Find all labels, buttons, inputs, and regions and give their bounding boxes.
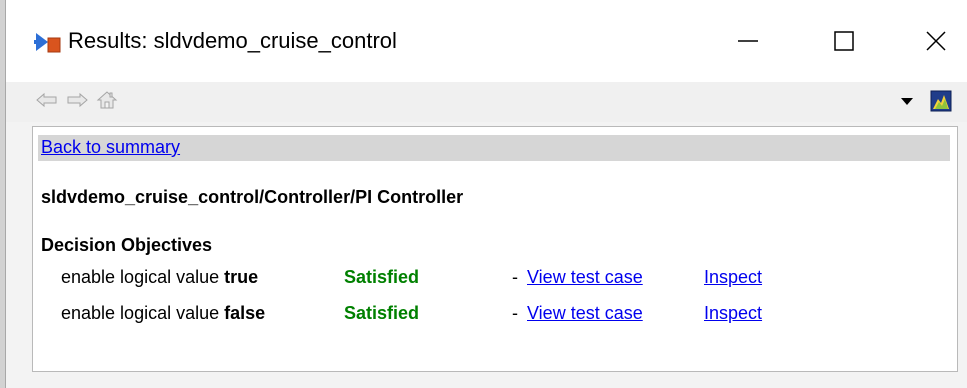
back-to-summary-link[interactable]: Back to summary xyxy=(41,137,180,158)
back-to-summary-bar: Back to summary xyxy=(38,135,950,161)
minimize-button[interactable] xyxy=(718,16,778,66)
objective-row: enable logical value false Satisfied - V… xyxy=(61,303,941,329)
home-button[interactable] xyxy=(94,88,120,112)
inspect-link[interactable]: Inspect xyxy=(704,267,762,288)
objective-status: Satisfied xyxy=(344,267,420,287)
simulink-model-icon xyxy=(34,33,61,53)
help-icon[interactable] xyxy=(930,90,952,112)
minimize-icon xyxy=(738,40,758,42)
view-test-case-link[interactable]: View test case xyxy=(527,303,643,324)
maximize-icon xyxy=(834,31,854,51)
close-icon xyxy=(926,31,946,51)
objective-row: enable logical value true Satisfied - Vi… xyxy=(61,267,941,293)
close-button[interactable] xyxy=(906,16,966,66)
dropdown-arrow-icon[interactable] xyxy=(900,96,914,106)
separator-dash: - xyxy=(512,267,518,287)
view-test-case-link[interactable]: View test case xyxy=(527,267,643,288)
results-content-pane: Back to summary sldvdemo_cruise_control/… xyxy=(32,126,958,372)
objective-description: enable logical value false xyxy=(61,303,265,324)
objective-description: enable logical value true xyxy=(61,267,258,288)
results-window: Results: sldvdemo_cruise_control Back to… xyxy=(0,0,967,388)
forward-arrow-icon xyxy=(67,92,88,108)
decision-objectives-heading: Decision Objectives xyxy=(41,235,213,255)
objective-value: false xyxy=(224,303,266,323)
window-title: Results: sldvdemo_cruise_control xyxy=(68,28,397,53)
separator-dash: - xyxy=(512,303,518,323)
back-arrow-icon xyxy=(36,92,57,108)
objective-description-text: enable logical value xyxy=(61,267,225,287)
inspect-link[interactable]: Inspect xyxy=(704,303,762,324)
back-button[interactable] xyxy=(34,88,60,112)
objective-description-text: enable logical value xyxy=(61,303,225,323)
objective-status: Satisfied xyxy=(344,303,420,323)
maximize-button[interactable] xyxy=(814,16,874,66)
objective-value: true xyxy=(224,267,259,287)
forward-button[interactable] xyxy=(64,88,90,112)
title-bar: Results: sldvdemo_cruise_control xyxy=(6,0,967,82)
toolbar xyxy=(6,82,967,122)
model-block-path: sldvdemo_cruise_control/Controller/PI Co… xyxy=(41,187,464,207)
home-icon xyxy=(96,91,118,109)
